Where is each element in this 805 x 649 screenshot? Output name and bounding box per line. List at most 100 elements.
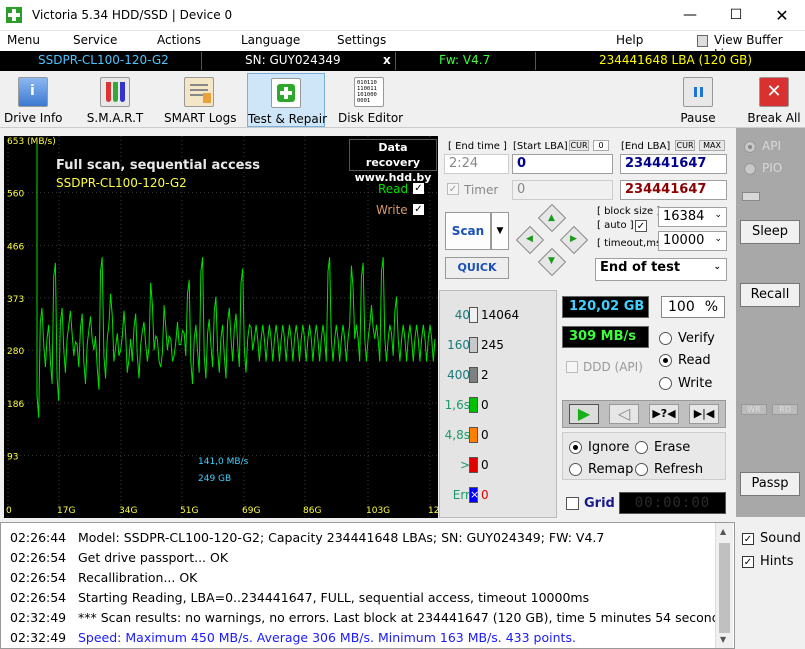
- quick-button[interactable]: QUICK: [445, 257, 509, 279]
- toolbar: i Drive Info S.M.A.R.T SMART Logs Test &…: [0, 71, 805, 128]
- write-radio[interactable]: [659, 377, 672, 390]
- y-axis-unit: 653 (MB/s): [7, 137, 56, 147]
- test-tubes-icon: [100, 77, 130, 107]
- latency-color-swatch: [469, 337, 478, 353]
- x-tick-label: 12: [428, 506, 438, 516]
- y-tick-label: 373: [7, 295, 24, 305]
- play-forward-icon[interactable]: ▶: [569, 404, 599, 424]
- percent-value: 100: [668, 299, 695, 315]
- end-time-input[interactable]: 2:24: [444, 154, 509, 174]
- smart-button[interactable]: S.M.A.R.T: [86, 73, 144, 127]
- timeout-select[interactable]: 10000 ⌄: [658, 231, 727, 251]
- menu-item-settings[interactable]: Settings: [337, 33, 386, 47]
- api-label: API: [762, 139, 781, 153]
- start-cur-button[interactable]: CUR: [569, 140, 589, 151]
- transport-bar: ▶ ◁ ▶?◀ ▶|◀: [562, 400, 726, 428]
- minimize-button[interactable]: —: [667, 0, 713, 31]
- scan-dropdown-icon[interactable]: ▼: [491, 212, 509, 250]
- hints-checkbox[interactable]: ✓: [742, 556, 754, 568]
- block-size-select[interactable]: 16384 ⌄: [658, 207, 727, 227]
- scroll-down-icon[interactable]: ▼: [720, 635, 726, 644]
- log-scrollbar[interactable]: ▲ ▼: [715, 523, 733, 648]
- timer-input[interactable]: 0: [512, 180, 613, 200]
- device-lba: 234441648 LBA (120 GB): [599, 53, 753, 67]
- seek-diamond-pad: ▲ ◀ ▶ ▼: [515, 203, 589, 277]
- timer-checkbox[interactable]: ✓: [447, 183, 459, 195]
- api-radio[interactable]: [744, 141, 756, 153]
- scan-button[interactable]: Scan: [445, 212, 491, 250]
- end-time-label: [ End time ]: [448, 141, 507, 152]
- log-message: Starting Reading, LBA=0..234441647, FULL…: [78, 590, 590, 605]
- latency-color-swatch: ×: [469, 487, 480, 503]
- ddd-api-label: DDD (API): [583, 360, 643, 374]
- erase-radio[interactable]: [635, 441, 648, 454]
- ignore-radio[interactable]: [569, 441, 582, 454]
- logs-icon: [184, 77, 214, 107]
- break-all-button[interactable]: ✕ Break All: [746, 73, 802, 127]
- menu-item-menu[interactable]: Menu: [7, 33, 40, 47]
- current-speed-display: 309 MB/s: [562, 326, 649, 348]
- latency-count: 0: [481, 428, 489, 442]
- random-seek-icon[interactable]: ▶?◀: [649, 404, 679, 424]
- device-serial: SN: GUY024349: [245, 53, 341, 67]
- end-cur-button[interactable]: CUR: [675, 140, 695, 151]
- end-lba-mirror[interactable]: 234441647: [620, 180, 727, 200]
- menu-item-actions[interactable]: Actions: [157, 33, 201, 47]
- test-repair-button[interactable]: Test & Repair: [247, 73, 327, 127]
- end-action-value: End of test: [600, 260, 681, 275]
- sound-checkbox[interactable]: ✓: [742, 533, 754, 545]
- play-backward-icon[interactable]: ◁: [609, 404, 639, 424]
- legend-write-checkbox[interactable]: ✓: [413, 204, 424, 215]
- event-log[interactable]: 02:26:44 Model: SSDPR-CL100-120-G2; Capac…: [0, 522, 735, 649]
- x-tick-label: 0: [6, 506, 12, 516]
- pause-button[interactable]: Pause: [672, 73, 724, 127]
- y-tick-label: 93: [7, 453, 18, 463]
- recall-button[interactable]: Recall: [740, 283, 800, 307]
- legend-read-checkbox[interactable]: ✓: [413, 183, 424, 194]
- read-radio[interactable]: [659, 354, 672, 367]
- remap-radio[interactable]: [569, 463, 582, 476]
- cursor-speed: 141,0 MB/s: [198, 457, 249, 467]
- end-action-select[interactable]: End of test ⌄: [595, 258, 727, 281]
- end-lba-input[interactable]: 234441647: [620, 154, 727, 174]
- sleep-button[interactable]: Sleep: [740, 220, 800, 244]
- menu-item-language[interactable]: Language: [241, 33, 300, 47]
- device-model[interactable]: SSDPR-CL100-120-G2: [38, 53, 169, 67]
- drive-info-button[interactable]: i Drive Info: [4, 73, 63, 127]
- power-indicator: [742, 192, 760, 201]
- scroll-up-icon[interactable]: ▲: [720, 527, 726, 536]
- block-size-label: [ block size ]: [597, 206, 661, 217]
- butterfly-icon[interactable]: ▶|◀: [689, 404, 719, 424]
- y-tick-label: 560: [7, 189, 24, 199]
- menu-bar: Menu Service Actions Language Settings H…: [0, 31, 805, 61]
- end-max-button[interactable]: MAX: [699, 140, 725, 151]
- smart-logs-button[interactable]: SMART Logs: [164, 73, 236, 127]
- log-row: 02:26:44 Model: SSDPR-CL100-120-G2; Capac…: [10, 530, 604, 545]
- latency-count: 14064: [481, 308, 520, 322]
- latency-count: 0: [481, 488, 489, 502]
- maximize-button[interactable]: ☐: [713, 0, 759, 31]
- scroll-thumb[interactable]: [719, 543, 730, 633]
- chevron-down-icon: ⌄: [713, 262, 721, 272]
- pio-radio[interactable]: [744, 163, 756, 175]
- menu-item-help[interactable]: Help: [616, 33, 643, 47]
- title-bar: Victoria 5.34 HDD/SSD | Device 0 — ☐ ✕: [0, 0, 805, 31]
- disk-editor-button[interactable]: 010110 110011 101000 0001 Disk Editor: [338, 73, 403, 127]
- latency-count: 0: [481, 398, 489, 412]
- close-button[interactable]: ✕: [759, 0, 805, 31]
- refresh-radio[interactable]: [635, 463, 648, 476]
- grid-checkbox[interactable]: [566, 497, 579, 510]
- device-close-icon[interactable]: x: [383, 53, 391, 67]
- menu-item-service[interactable]: Service: [73, 33, 117, 47]
- verify-radio[interactable]: [659, 332, 672, 345]
- passport-button[interactable]: Passp: [740, 472, 800, 496]
- auto-checkbox[interactable]: ✓: [635, 220, 647, 232]
- log-time: 02:26:54: [10, 570, 67, 585]
- ddd-api-checkbox[interactable]: [566, 361, 578, 373]
- start-lba-input[interactable]: 0: [512, 154, 613, 174]
- log-message: Get drive passport... OK: [78, 550, 229, 565]
- latency-row: 4,8s 0: [440, 427, 556, 449]
- scanned-gb-display: 120,02 GB: [562, 296, 649, 318]
- latency-row: 40 14064: [440, 307, 556, 329]
- end-lba-label: [End LBA]: [621, 141, 671, 152]
